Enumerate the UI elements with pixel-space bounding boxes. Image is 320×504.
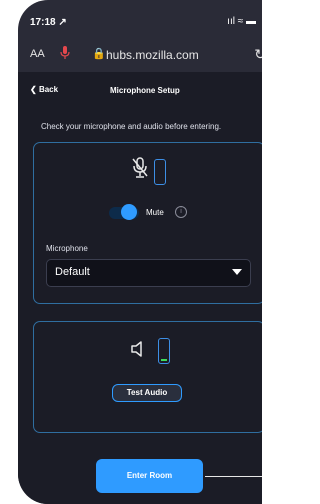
info-icon[interactable]: i	[175, 206, 187, 218]
chevron-left-icon: ❮	[30, 85, 37, 94]
status-bar: 17:18 ↗ ııl ≈ ▬	[18, 0, 262, 40]
audio-level-meter	[158, 338, 170, 364]
phone-screen: 17:18 ↗ ııl ≈ ▬ AA 🔒 hubs.mozilla.com ↻ …	[18, 0, 262, 504]
reload-icon[interactable]: ↻	[254, 46, 262, 63]
microphone-select-value: Default	[55, 266, 90, 278]
divider-line	[205, 476, 262, 477]
text-size-button[interactable]: AA	[30, 48, 45, 60]
back-button[interactable]: ❮ Back	[30, 85, 58, 94]
audio-panel: Test Audio	[33, 321, 262, 433]
page-title: Microphone Setup	[110, 86, 180, 95]
microphone-muted-icon	[130, 157, 150, 184]
test-audio-button[interactable]: Test Audio	[112, 384, 182, 402]
hubs-page: ❮ Back Microphone Setup Check your micro…	[18, 72, 262, 504]
microphone-select[interactable]: Default	[46, 259, 251, 287]
instruction-text: Check your microphone and audio before e…	[41, 122, 222, 131]
url-text[interactable]: hubs.mozilla.com	[106, 48, 199, 62]
back-label: Back	[38, 85, 59, 94]
microphone-label: Microphone	[46, 244, 88, 253]
enter-room-button[interactable]: Enter Room	[96, 459, 203, 493]
browser-address-bar[interactable]: AA 🔒 hubs.mozilla.com ↻	[18, 40, 262, 72]
system-status-icons: ııl ≈ ▬	[227, 16, 256, 27]
microphone-icon	[60, 46, 70, 63]
caret-down-icon	[232, 269, 242, 275]
microphone-level-meter	[154, 159, 166, 185]
speaker-icon	[130, 340, 148, 363]
microphone-panel: Mute i Microphone Default	[33, 142, 262, 304]
audio-level-fill	[161, 359, 167, 361]
status-time: 17:18 ↗	[30, 17, 67, 28]
mute-toggle-knob[interactable]	[121, 204, 137, 220]
lock-icon: 🔒	[92, 48, 106, 60]
mute-label: Mute	[146, 208, 164, 217]
